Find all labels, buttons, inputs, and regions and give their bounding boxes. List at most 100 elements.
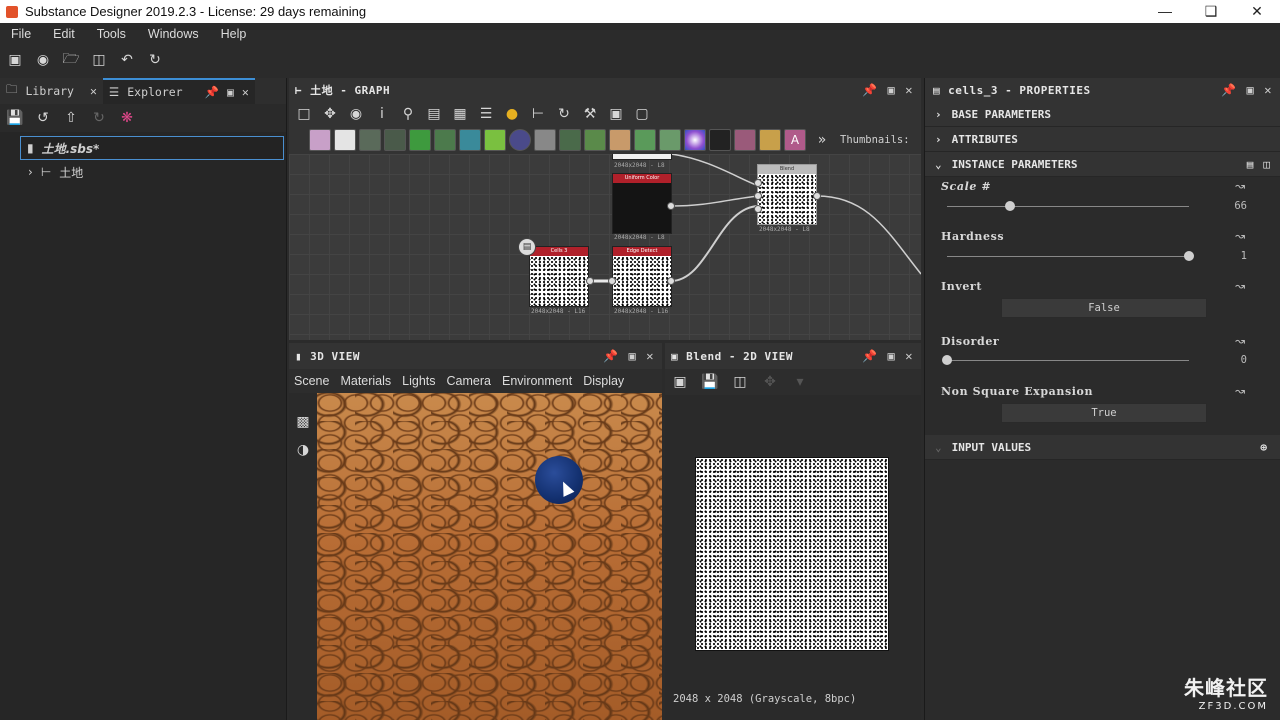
save-icon[interactable]: 💾 [6, 109, 24, 127]
zoom-dropdown-icon[interactable]: ▾ [791, 373, 809, 391]
scale-slider-track[interactable] [947, 206, 1189, 207]
layout-icon[interactable]: ▤ [425, 105, 443, 123]
section-base-parameters[interactable]: › BASE PARAMETERS [925, 102, 1280, 127]
close-icon[interactable]: ✕ [905, 349, 913, 363]
output-pin[interactable] [667, 277, 675, 285]
checker-atom-icon[interactable] [709, 129, 731, 151]
node-uniform-color[interactable]: Uniform Color [612, 173, 672, 234]
disorder-slider-knob[interactable] [942, 355, 952, 365]
menu-lights[interactable]: Lights [402, 374, 435, 388]
link-icon[interactable]: ● [503, 105, 521, 123]
export-preset-icon[interactable]: ◫ [1263, 158, 1270, 171]
section-instance-parameters[interactable]: ⌄ INSTANCE PARAMETERS ▤ ◫ [925, 152, 1280, 177]
triangle-atom-icon[interactable] [759, 129, 781, 151]
undo-icon[interactable]: ↶ [118, 51, 136, 69]
more-icon[interactable]: » [813, 131, 831, 149]
tab-library[interactable]: 🗀 Library ✕ [0, 78, 103, 104]
menu-file[interactable]: File [0, 27, 42, 41]
section-input-values[interactable]: ⌄ INPUT VALUES ⊕ [925, 435, 1280, 460]
hardness-slider-knob[interactable] [1184, 251, 1194, 261]
scale-slider-knob[interactable] [1004, 201, 1015, 211]
maximize-icon[interactable]: ❑ [1188, 3, 1234, 20]
float-icon[interactable]: ▣ [227, 85, 234, 99]
reload-icon[interactable]: ↻ [90, 109, 108, 127]
add-input-icon[interactable]: ⊕ [1260, 441, 1267, 454]
menu-environment[interactable]: Environment [502, 374, 572, 388]
function-graph-icon[interactable]: ↝ [1235, 279, 1245, 293]
menu-edit[interactable]: Edit [42, 27, 86, 41]
new-resource-icon[interactable]: ❋ [118, 109, 136, 127]
function-graph-icon[interactable]: ↝ [1235, 229, 1245, 243]
connect-icon[interactable]: ⊢ [529, 105, 547, 123]
menu-help[interactable]: Help [210, 27, 258, 41]
text-atom-icon[interactable]: A [784, 129, 806, 151]
node-cells-3[interactable]: Cells 3 [529, 246, 589, 307]
function-graph-icon[interactable]: ↝ [1235, 384, 1245, 398]
node-comment-icon[interactable]: ▤ [518, 238, 536, 256]
pixel-atom-icon[interactable] [584, 129, 606, 151]
list-icon[interactable]: ☰ [477, 105, 495, 123]
function-graph-icon[interactable]: ↝ [1235, 179, 1245, 193]
close-tab-icon[interactable]: ✕ [242, 85, 249, 99]
color-wheel-atom-icon[interactable] [684, 129, 706, 151]
close-icon[interactable]: ✕ [1234, 3, 1280, 20]
menu-scene[interactable]: Scene [294, 374, 329, 388]
frame-all-icon[interactable]: □ [295, 105, 313, 123]
input-pin[interactable] [754, 192, 762, 200]
tab-explorer[interactable]: ☰ Explorer 📌 ▣ ✕ [102, 78, 255, 104]
blur-atom-icon[interactable] [359, 129, 381, 151]
2d-preview-image[interactable] [695, 457, 889, 651]
crop-icon[interactable]: ▢ [633, 105, 651, 123]
node-blend[interactable]: Blend [757, 164, 817, 225]
output-pin[interactable] [813, 192, 821, 200]
curve-atom-icon[interactable] [409, 129, 431, 151]
light-bulb-icon[interactable]: ◑ [294, 441, 312, 459]
tile-atom-icon[interactable] [534, 129, 556, 151]
redo-icon[interactable]: ↻ [146, 51, 164, 69]
input-pin[interactable] [754, 179, 762, 187]
disorder-slider-track[interactable] [947, 360, 1189, 361]
input-pin[interactable] [754, 205, 762, 213]
graph-item[interactable]: › ⊢ 土地 [0, 160, 286, 184]
save-image-icon[interactable]: 💾 [701, 373, 719, 391]
non-square-expansion-toggle-button[interactable]: True [1001, 403, 1207, 423]
levels-atom-icon[interactable] [609, 129, 631, 151]
info-icon[interactable]: i [373, 105, 391, 123]
save-all-icon[interactable]: ◫ [90, 51, 108, 69]
graph-canvas[interactable]: 2048x2048 - L8 Uniform Color 2048x2048 -… [289, 154, 921, 340]
search-icon[interactable]: ⚲ [399, 105, 417, 123]
float-icon[interactable]: ▣ [888, 349, 896, 363]
histogram-atom-icon[interactable] [659, 129, 681, 151]
pin-icon[interactable]: 📌 [205, 85, 219, 99]
menu-display[interactable]: Display [583, 374, 624, 388]
float-icon[interactable]: ▣ [888, 83, 896, 97]
tiling-icon[interactable]: ✥ [761, 373, 779, 391]
menu-materials[interactable]: Materials [340, 374, 391, 388]
refresh-icon[interactable]: ↺ [34, 109, 52, 127]
fit-view-icon[interactable]: ▣ [671, 373, 689, 391]
screenshot-icon[interactable]: ◉ [347, 105, 365, 123]
warp-atom-icon[interactable] [459, 129, 481, 151]
circle-atom-icon[interactable] [509, 129, 531, 151]
section-attributes[interactable]: › ATTRIBUTES [925, 127, 1280, 152]
pin-icon[interactable]: 📌 [1221, 83, 1236, 97]
pin-icon[interactable]: 📌 [862, 83, 877, 97]
close-tab-icon[interactable]: ✕ [90, 84, 97, 98]
close-icon[interactable]: ✕ [905, 83, 913, 97]
minimize-icon[interactable]: — [1142, 3, 1188, 20]
hardness-slider-track[interactable] [947, 256, 1189, 257]
fx-atom-icon[interactable] [559, 129, 581, 151]
float-icon[interactable]: ▣ [629, 349, 637, 363]
input-pin[interactable] [608, 277, 616, 285]
open-folder-icon[interactable]: 🗁 [62, 51, 80, 69]
package-item[interactable]: ▮ 土地.sbs* [20, 136, 284, 160]
copy-image-icon[interactable]: ◫ [731, 373, 749, 391]
publish-icon[interactable]: ⇧ [62, 109, 80, 127]
hsl-atom-icon[interactable] [634, 129, 656, 151]
cycle-icon[interactable]: ↻ [555, 105, 573, 123]
shuffle-atom-icon[interactable] [384, 129, 406, 151]
output-pin[interactable] [586, 277, 594, 285]
align-icon[interactable]: ✥ [321, 105, 339, 123]
bitmap-atom-icon[interactable] [309, 129, 331, 151]
menu-tools[interactable]: Tools [86, 27, 137, 41]
